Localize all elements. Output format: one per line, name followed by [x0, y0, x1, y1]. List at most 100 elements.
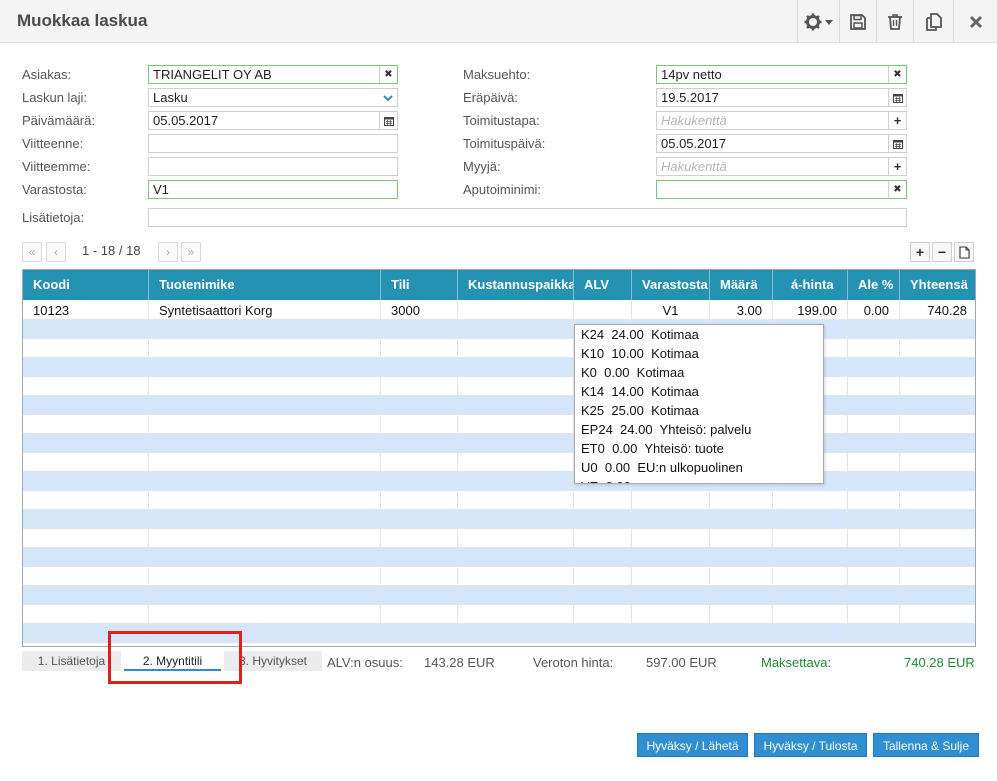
alv-option[interactable]: K0 0.00 Kotimaa: [575, 363, 823, 382]
column-header[interactable]: Varastosta: [632, 270, 710, 300]
table-cell[interactable]: 10123: [23, 301, 149, 320]
table-cell[interactable]: [149, 434, 381, 453]
table-cell[interactable]: [149, 320, 381, 339]
clear-icon[interactable]: ✖: [888, 181, 906, 198]
table-cell[interactable]: [900, 529, 975, 548]
table-cell[interactable]: [848, 567, 900, 586]
table-cell[interactable]: [848, 358, 900, 377]
first-page-button[interactable]: «: [22, 242, 42, 262]
table-cell[interactable]: [632, 567, 710, 586]
table-cell[interactable]: [381, 377, 458, 396]
table-cell[interactable]: [574, 529, 632, 548]
table-row[interactable]: [23, 605, 975, 624]
table-cell[interactable]: [458, 472, 574, 491]
alv-option[interactable]: K10 10.00 Kotimaa: [575, 344, 823, 363]
plus-icon[interactable]: +: [888, 112, 906, 129]
table-cell[interactable]: [381, 624, 458, 643]
table-cell[interactable]: [848, 396, 900, 415]
table-cell[interactable]: 199.00: [773, 301, 848, 320]
table-cell[interactable]: [23, 567, 149, 586]
table-row[interactable]: [23, 529, 975, 548]
payment-terms-field[interactable]: 14pv netto ✖: [656, 65, 907, 84]
document-button[interactable]: [954, 242, 974, 262]
table-cell[interactable]: [458, 586, 574, 605]
table-cell[interactable]: [900, 339, 975, 358]
customer-field[interactable]: TRIANGELIT OY AB ✖: [148, 65, 398, 84]
table-cell[interactable]: [381, 320, 458, 339]
table-row[interactable]: [23, 415, 975, 434]
remove-row-button[interactable]: −: [932, 242, 952, 262]
table-row[interactable]: [23, 320, 975, 339]
table-cell[interactable]: [23, 453, 149, 472]
table-cell[interactable]: [900, 472, 975, 491]
table-cell[interactable]: [574, 605, 632, 624]
table-cell[interactable]: [23, 472, 149, 491]
table-cell[interactable]: [458, 605, 574, 624]
alv-option[interactable]: K24 24.00 Kotimaa: [575, 325, 823, 344]
table-cell[interactable]: [458, 567, 574, 586]
settings-menu-button[interactable]: [797, 0, 839, 43]
table-cell[interactable]: [710, 491, 773, 510]
table-row[interactable]: 10123 Syntetisaattori Korg 3000 V1 3.00 199.0…: [23, 301, 975, 320]
prev-page-button[interactable]: ‹: [46, 242, 66, 262]
table-cell[interactable]: [710, 529, 773, 548]
table-cell[interactable]: [848, 415, 900, 434]
table-cell[interactable]: [23, 586, 149, 605]
copy-button[interactable]: [913, 0, 953, 43]
table-cell[interactable]: [710, 586, 773, 605]
calendar-icon[interactable]: [379, 112, 397, 129]
column-header[interactable]: Määrä: [710, 270, 773, 300]
trade-name-field[interactable]: ✖: [656, 180, 907, 199]
table-cell[interactable]: [710, 510, 773, 529]
table-row[interactable]: [23, 567, 975, 586]
table-row[interactable]: [23, 491, 975, 510]
table-cell[interactable]: 3000: [381, 301, 458, 320]
table-cell[interactable]: [458, 320, 574, 339]
table-row[interactable]: [23, 339, 975, 358]
column-header[interactable]: Yhteensä: [900, 270, 975, 300]
table-cell[interactable]: [23, 320, 149, 339]
table-cell[interactable]: [458, 510, 574, 529]
table-cell[interactable]: [848, 472, 900, 491]
table-cell[interactable]: [900, 586, 975, 605]
table-cell[interactable]: [773, 586, 848, 605]
table-cell[interactable]: [900, 624, 975, 643]
table-cell[interactable]: [23, 358, 149, 377]
table-cell[interactable]: [458, 415, 574, 434]
table-row[interactable]: [23, 358, 975, 377]
table-cell[interactable]: [149, 510, 381, 529]
table-cell[interactable]: [773, 491, 848, 510]
table-cell[interactable]: [710, 605, 773, 624]
table-cell[interactable]: [848, 377, 900, 396]
table-cell[interactable]: [848, 586, 900, 605]
table-cell[interactable]: [574, 567, 632, 586]
table-row[interactable]: [23, 434, 975, 453]
save-close-button[interactable]: Tallenna & Sulje: [873, 733, 979, 757]
table-cell[interactable]: [900, 434, 975, 453]
table-cell[interactable]: [848, 548, 900, 567]
alv-option[interactable]: K14 14.00 Kotimaa: [575, 382, 823, 401]
table-cell[interactable]: [23, 377, 149, 396]
chevron-down-icon[interactable]: [379, 89, 397, 106]
calendar-icon[interactable]: [888, 89, 906, 106]
table-cell[interactable]: [632, 529, 710, 548]
table-cell[interactable]: [149, 377, 381, 396]
table-cell[interactable]: [458, 358, 574, 377]
date-field[interactable]: 05.05.2017: [148, 111, 398, 130]
table-cell[interactable]: [458, 529, 574, 548]
table-cell[interactable]: [149, 567, 381, 586]
table-cell[interactable]: [23, 491, 149, 510]
table-cell[interactable]: [900, 320, 975, 339]
warehouse-field[interactable]: V1: [148, 180, 398, 199]
column-header[interactable]: Tuotenimike: [149, 270, 381, 300]
table-cell[interactable]: [848, 320, 900, 339]
table-cell[interactable]: [773, 624, 848, 643]
table-cell[interactable]: [574, 510, 632, 529]
alv-option[interactable]: ET0 0.00 Yhteisö: tuote: [575, 439, 823, 458]
table-cell[interactable]: [149, 529, 381, 548]
table-cell[interactable]: [149, 339, 381, 358]
table-cell[interactable]: [381, 453, 458, 472]
close-button[interactable]: [953, 0, 997, 43]
table-cell[interactable]: [381, 510, 458, 529]
delete-button[interactable]: [876, 0, 913, 43]
